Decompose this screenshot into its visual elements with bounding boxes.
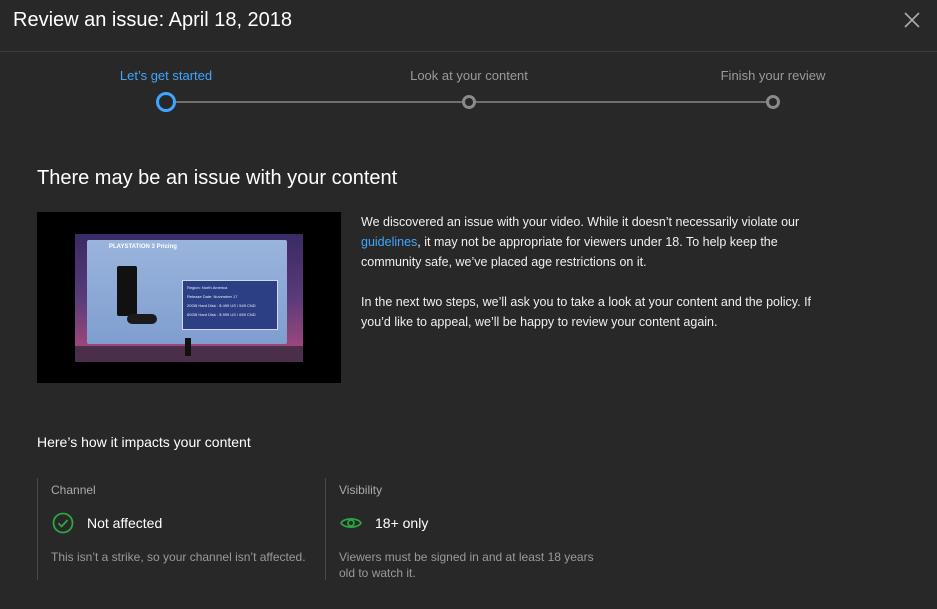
visibility-status: 18+ only [375, 515, 429, 531]
step-dot-look-at-content[interactable] [462, 95, 476, 109]
guidelines-link[interactable]: guidelines [361, 235, 417, 249]
channel-note: This isn’t a strike, so your channel isn… [51, 550, 306, 564]
visibility-label: Visibility [339, 483, 383, 497]
description-paragraph-1: We discovered an issue with your video. … [361, 212, 841, 272]
spec-line: 20GB Hard Disk : $ 499 US / 549 CND [187, 303, 256, 308]
dialog-title: Review an issue: April 18, 2018 [13, 9, 293, 31]
thumbnail-specs: Region: North America Release Date: Nove… [182, 280, 278, 330]
step-label-finish-review[interactable]: Finish your review [721, 68, 826, 83]
controller-image [127, 314, 157, 324]
console-image [117, 266, 137, 316]
channel-impact-column: Channel Not affected This isn’t a strike… [37, 478, 325, 580]
step-dot-get-started[interactable] [156, 92, 176, 112]
paragraph-text: , it may not be appropriate for viewers … [361, 235, 778, 269]
check-circle-icon [51, 511, 75, 535]
video-thumbnail[interactable]: PLAYSTATION 3 Pricing Region: North Amer… [37, 212, 341, 383]
thumbnail-screen: PLAYSTATION 3 Pricing Region: North Amer… [87, 240, 287, 344]
channel-label: Channel [51, 483, 96, 497]
spec-line: Release Date: November 17 [187, 294, 238, 299]
progress-stepper: Let’s get started Look at your content F… [0, 52, 937, 122]
impact-heading: Here’s how it impacts your content [37, 434, 251, 450]
visibility-impact-column: Visibility 18+ only Viewers must be sign… [325, 478, 625, 580]
paragraph-text: We discovered an issue with your video. … [361, 215, 800, 229]
issue-heading: There may be an issue with your content [37, 167, 398, 189]
channel-status: Not affected [87, 515, 163, 531]
presenter-figure [185, 338, 191, 356]
visibility-note: Viewers must be signed in and at least 1… [339, 550, 594, 580]
review-issue-dialog: Review an issue: April 18, 2018 Let’s ge… [0, 0, 937, 609]
eye-icon [339, 511, 363, 535]
thumbnail-stage: PLAYSTATION 3 Pricing Region: North Amer… [75, 234, 303, 362]
issue-description: We discovered an issue with your video. … [361, 212, 841, 352]
close-icon[interactable] [902, 10, 922, 30]
step-dot-finish-review[interactable] [766, 95, 780, 109]
step-label-get-started[interactable]: Let’s get started [120, 68, 212, 83]
description-paragraph-2: In the next two steps, we’ll ask you to … [361, 295, 812, 329]
thumbnail-screen-title: PLAYSTATION 3 Pricing [109, 244, 177, 250]
dialog-header: Review an issue: April 18, 2018 [0, 0, 937, 52]
step-label-look-at-content[interactable]: Look at your content [410, 68, 528, 83]
spec-line: Region: North America [187, 285, 228, 290]
spec-line: 60GB Hard Disk : $ 599 US / 659 CND [187, 312, 256, 317]
